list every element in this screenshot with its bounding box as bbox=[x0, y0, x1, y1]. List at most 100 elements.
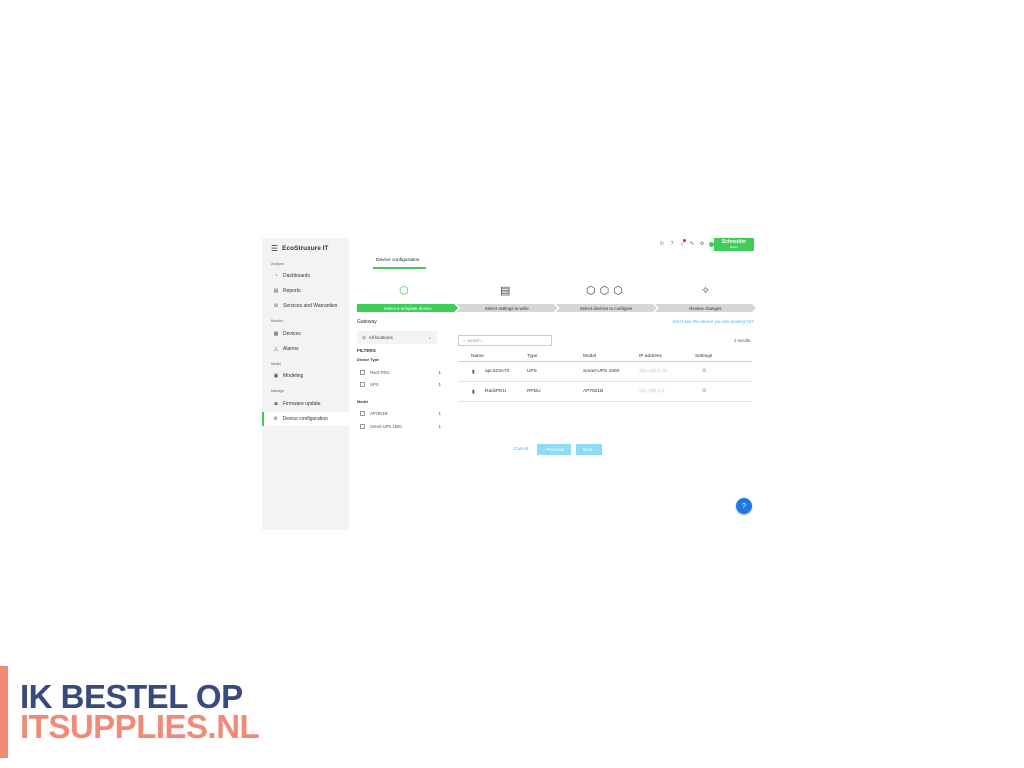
app-window: ☰ EcoStruxure IT Analyse ◔ Dashboards ▤ … bbox=[262, 238, 758, 530]
ups-device-icon: ▮ bbox=[472, 369, 475, 375]
filter-option-count: 1 bbox=[438, 410, 441, 416]
sidebar-item-modeling[interactable]: ▣ Modeling bbox=[262, 369, 349, 383]
sidebar-item-alarms[interactable]: △ Alarms bbox=[262, 342, 349, 356]
filter-option-ap7821b[interactable]: AP7821B 1 bbox=[360, 409, 441, 417]
cell-ip: 192.168.1.75 bbox=[639, 369, 668, 374]
cell-model: AP7821B bbox=[583, 389, 604, 394]
sidebar-item-label: Reports bbox=[283, 288, 301, 294]
device-config-icon: ⚙ bbox=[273, 416, 278, 422]
sidebar-item-label: Dashboards bbox=[283, 273, 310, 279]
logo-subtext: Electric bbox=[729, 245, 739, 249]
column-header-type[interactable]: Type bbox=[527, 354, 537, 359]
firmware-icon: ◙ bbox=[274, 401, 278, 407]
filter-option-count: 1 bbox=[438, 381, 441, 387]
sidebar-item-label: Device configuration bbox=[282, 416, 328, 422]
pdu-device-icon: ▮ bbox=[472, 389, 475, 395]
filter-option-rack-pdu[interactable]: Rack PDU 1 bbox=[360, 368, 441, 376]
settings-gear-icon[interactable]: ⚙ bbox=[702, 389, 706, 394]
cell-model: Smart-UPS 1500 bbox=[583, 369, 620, 374]
filters-title: FILTERS bbox=[357, 348, 376, 353]
table-row[interactable]: ▮ apc323A70 UPS Smart-UPS 1500 192.168.1… bbox=[458, 362, 752, 382]
next-button[interactable]: Next › bbox=[576, 444, 602, 455]
table-row[interactable]: ▮ RackPDU RPDU AP7821B 192.168.1.9 ⚙ bbox=[458, 382, 752, 402]
bell-icon[interactable]: ♫ bbox=[679, 239, 686, 247]
filter-group-device-type: Device Type bbox=[357, 358, 379, 362]
results-count: 2 results bbox=[734, 338, 750, 343]
column-header-settings: Settings bbox=[695, 354, 713, 359]
promo-line-2: ITSUPPLIES.NL bbox=[20, 708, 260, 745]
step-select-settings[interactable]: Select settings to write bbox=[456, 304, 558, 312]
location-select[interactable]: ⊙ All locations ⌄ bbox=[357, 331, 437, 344]
promo-accent-bar bbox=[0, 666, 8, 758]
cell-type: UPS bbox=[527, 369, 537, 374]
column-header-ip[interactable]: IP address bbox=[639, 354, 662, 359]
gateway-label: Gateway bbox=[357, 319, 377, 325]
cell-type: RPDU bbox=[527, 389, 541, 394]
magic-wand-icon: ✧ bbox=[701, 285, 711, 297]
checkbox[interactable] bbox=[360, 381, 365, 387]
checkbox[interactable] bbox=[360, 423, 365, 429]
column-header-name[interactable]: Name bbox=[471, 354, 484, 359]
settings-icon[interactable]: ⚙ bbox=[699, 241, 705, 247]
sidebar-item-reports[interactable]: ▤ Reports bbox=[262, 284, 349, 298]
filter-option-label: Smart-UPS 1500 bbox=[370, 423, 402, 429]
help-circle-icon[interactable]: ? bbox=[669, 241, 675, 247]
services-icon: ⚙ bbox=[273, 303, 279, 309]
previous-button[interactable]: ‹ Previous bbox=[537, 444, 571, 455]
sidebar-item-label: Alarms bbox=[283, 346, 299, 352]
hamburger-icon[interactable]: ☰ bbox=[271, 244, 278, 253]
sidebar-item-label: Modeling bbox=[283, 373, 304, 379]
document-icon: ▤ bbox=[500, 285, 511, 297]
location-icon: ⊙ bbox=[362, 334, 366, 340]
sidebar-item-label: Devices bbox=[283, 331, 301, 337]
filter-option-label: AP7821B bbox=[370, 410, 388, 416]
sidebar-item-device-configuration[interactable]: ⚙ Device configuration bbox=[262, 412, 349, 426]
sidebar-item-label: Services and Warranties bbox=[283, 303, 338, 309]
tab-underline bbox=[373, 267, 426, 269]
sidebar-section-analyse: Analyse bbox=[271, 262, 284, 266]
top-toolbar: ↻ ? ♫ ✎ ⚙ bbox=[659, 239, 714, 247]
modeling-icon: ▣ bbox=[273, 373, 279, 379]
template-device-icon: ⬡ bbox=[399, 285, 409, 297]
dashboard-icon: ◔ bbox=[274, 273, 278, 279]
refresh-icon[interactable]: ↻ bbox=[659, 241, 665, 247]
checkbox[interactable] bbox=[360, 369, 365, 375]
stepper: Select a template device Select settings… bbox=[357, 304, 756, 312]
brand: ☰ EcoStruxure IT bbox=[271, 244, 328, 253]
column-header-model[interactable]: Model bbox=[583, 354, 596, 359]
filter-option-smart-ups-1500[interactable]: Smart-UPS 1500 1 bbox=[360, 422, 441, 430]
main-content: ↻ ? ♫ ✎ ⚙ Schneider Electric Device conf… bbox=[349, 238, 758, 530]
step-select-template[interactable]: Select a template device bbox=[357, 304, 459, 312]
search-placeholder: Search... bbox=[467, 338, 485, 343]
step-review-changes[interactable]: Review changes bbox=[654, 304, 756, 312]
cancel-button[interactable]: Cancel bbox=[514, 446, 528, 451]
filter-option-count: 1 bbox=[438, 423, 441, 429]
tab-device-configuration[interactable]: Device configuration bbox=[376, 258, 419, 263]
feedback-icon[interactable]: ✎ bbox=[689, 241, 695, 247]
sidebar-section-monitor: Monitor bbox=[271, 319, 283, 323]
search-input[interactable]: ⌕ Search... bbox=[458, 335, 552, 346]
search-icon: ⌕ bbox=[463, 338, 466, 343]
filter-option-ups[interactable]: UPS 1 bbox=[360, 380, 441, 388]
sidebar-section-model: Model bbox=[271, 362, 281, 366]
cell-name: RackPDU bbox=[485, 389, 507, 394]
device-not-found-link[interactable]: Don't see the device you are looking for… bbox=[673, 319, 754, 324]
table-header: Name Type Model IP address Settings bbox=[458, 351, 752, 362]
sidebar-item-label: Firmware update bbox=[283, 401, 321, 407]
brand-logo: EcoStruxure IT bbox=[282, 245, 329, 252]
sidebar-section-manage: Manage bbox=[271, 389, 284, 393]
sidebar: ☰ EcoStruxure IT Analyse ◔ Dashboards ▤ … bbox=[262, 238, 349, 530]
settings-gear-icon[interactable]: ⚙ bbox=[702, 369, 706, 374]
filter-option-label: Rack PDU bbox=[370, 369, 390, 375]
report-icon: ▤ bbox=[273, 288, 279, 294]
sidebar-item-devices[interactable]: ▦ Devices bbox=[262, 327, 349, 341]
sidebar-item-services[interactable]: ⚙ Services and Warranties bbox=[262, 299, 349, 313]
filter-option-count: 1 bbox=[438, 369, 441, 375]
filter-group-model: Model bbox=[357, 400, 368, 404]
checkbox[interactable] bbox=[360, 410, 365, 416]
help-icon[interactable]: ? bbox=[736, 498, 752, 514]
sidebar-item-firmware-update[interactable]: ◙ Firmware update bbox=[262, 397, 349, 411]
sidebar-item-dashboards[interactable]: ◔ Dashboards bbox=[262, 269, 349, 283]
step-select-devices[interactable]: Select devices to configure bbox=[555, 304, 657, 312]
filter-option-label: UPS bbox=[370, 381, 379, 387]
